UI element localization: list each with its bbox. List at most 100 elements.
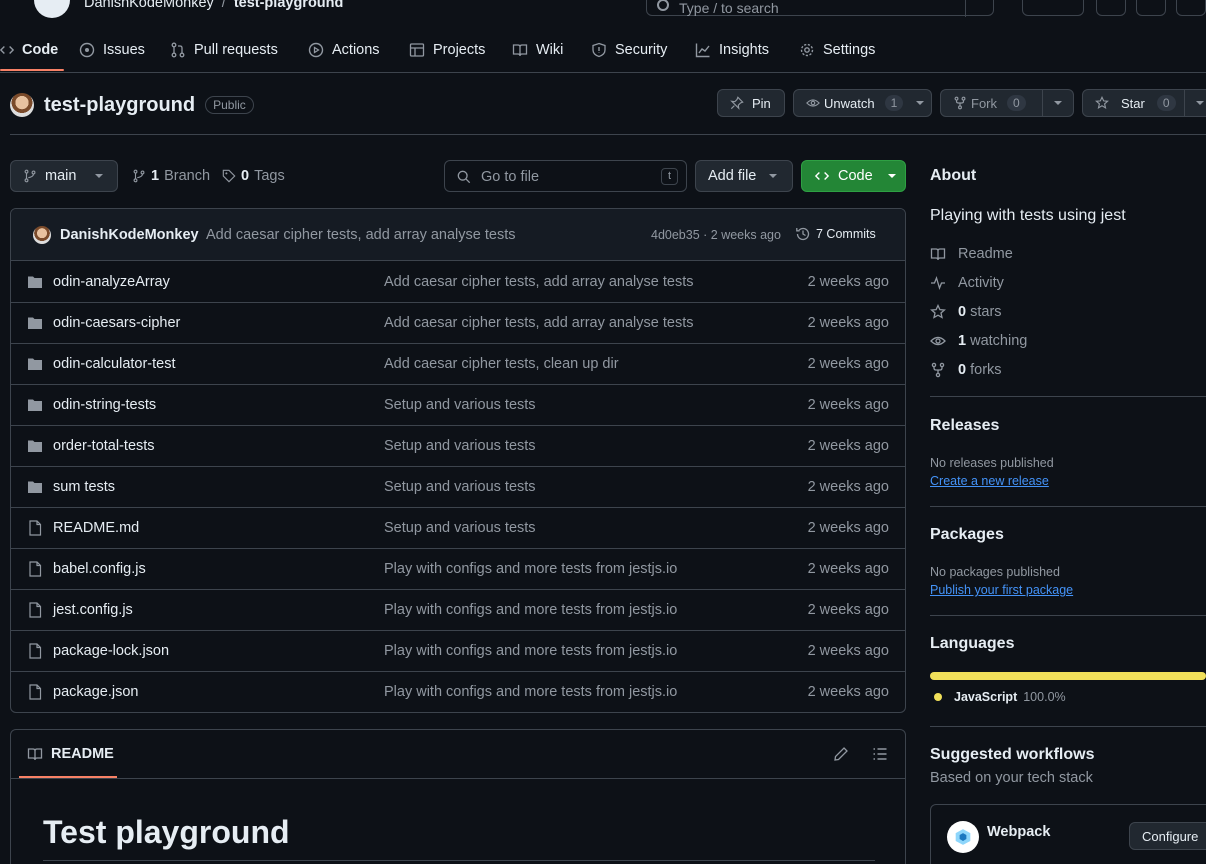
outline-icon[interactable] — [872, 746, 888, 762]
create-new-button[interactable] — [1022, 0, 1084, 16]
star-count: 0 — [1156, 95, 1176, 111]
workflow-name[interactable]: Webpack — [987, 824, 1050, 840]
tab-code[interactable]: Code — [0, 28, 64, 72]
go-to-file-input[interactable]: Go to file t — [444, 160, 687, 192]
repo-name[interactable]: test-playground — [44, 94, 195, 117]
sidebar-divider — [930, 396, 1206, 397]
activity-link[interactable]: Activity — [930, 275, 1004, 291]
configure-button[interactable]: Configure — [1129, 822, 1206, 850]
tab-insights[interactable]: Insights — [695, 28, 769, 72]
visibility-badge: Public — [205, 96, 254, 114]
file-commit-message[interactable]: Setup and various tests — [384, 479, 536, 495]
pull-requests-icon[interactable] — [1136, 0, 1166, 16]
tab-actions[interactable]: Actions — [308, 28, 380, 72]
chevron-down-icon[interactable] — [915, 98, 925, 108]
file-name[interactable]: jest.config.js — [53, 602, 133, 618]
branch-count: 1 — [151, 168, 160, 184]
commits-link[interactable]: 7 Commits — [795, 226, 876, 242]
fork-button[interactable]: Fork 0 — [940, 89, 1074, 117]
file-icon — [27, 643, 43, 659]
tab-settings[interactable]: Settings — [799, 28, 875, 72]
tab-label: Pull requests — [194, 42, 278, 58]
file-name[interactable]: odin-string-tests — [53, 397, 156, 413]
packages-title[interactable]: Packages — [930, 526, 1004, 544]
file-commit-message[interactable]: Play with configs and more tests from je… — [384, 561, 677, 577]
top-header: DanishKodeMonkey / test-playground Type … — [0, 0, 1206, 20]
latest-commit-row: DanishKodeMonkey Add caesar cipher tests… — [11, 209, 905, 261]
watchers-link[interactable]: 1 watching — [930, 333, 1027, 349]
readme-tab[interactable]: README — [27, 746, 114, 762]
owner-avatar[interactable] — [10, 93, 34, 117]
create-release-link[interactable]: Create a new release — [930, 474, 1049, 488]
tags-link[interactable]: 0 Tags — [222, 168, 285, 184]
file-row: babel.config.js Play with configs and mor… — [11, 549, 905, 590]
file-name[interactable]: package.json — [53, 684, 138, 700]
readme-link[interactable]: Readme — [930, 246, 1013, 262]
forks-link[interactable]: 0 forks — [930, 362, 1002, 378]
file-name[interactable]: odin-calculator-test — [53, 356, 176, 372]
file-name[interactable]: babel.config.js — [53, 561, 146, 577]
chevron-down-icon[interactable] — [1053, 98, 1063, 108]
github-logo-icon[interactable] — [34, 0, 70, 18]
file-name[interactable]: odin-analyzeArray — [53, 274, 170, 290]
add-file-button[interactable]: Add file — [695, 160, 793, 192]
tab-wiki[interactable]: Wiki — [512, 28, 563, 72]
file-name[interactable]: order-total-tests — [53, 438, 155, 454]
chevron-down-icon[interactable] — [1195, 98, 1205, 108]
language-bar-fill-javascript — [930, 672, 1206, 680]
commit-hash-time[interactable]: 4d0eb35 · 2 weeks ago — [651, 228, 781, 242]
branches-link[interactable]: 1 Branch — [132, 168, 210, 184]
file-name[interactable]: README.md — [53, 520, 139, 536]
tab-security[interactable]: Security — [591, 28, 667, 72]
branch-icon — [23, 169, 37, 183]
about-description: Playing with tests using jest — [930, 207, 1126, 224]
commit-author[interactable]: DanishKodeMonkey — [60, 227, 199, 243]
pin-button[interactable]: Pin — [717, 89, 785, 117]
file-commit-message[interactable]: Add caesar cipher tests, add array analy… — [384, 274, 694, 290]
file-name[interactable]: sum tests — [53, 479, 115, 495]
folder-icon — [27, 356, 43, 372]
issues-icon[interactable] — [1096, 0, 1126, 16]
unwatch-button[interactable]: Unwatch 1 — [793, 89, 932, 117]
inbox-icon[interactable] — [1176, 0, 1206, 16]
file-commit-message[interactable]: Setup and various tests — [384, 520, 536, 536]
author-avatar[interactable] — [33, 226, 51, 244]
file-commit-message[interactable]: Setup and various tests — [384, 438, 536, 454]
search-input[interactable]: Type / to search — [646, 0, 994, 17]
star-button[interactable]: Star 0 — [1082, 89, 1206, 117]
tab-pull-requests[interactable]: Pull requests — [170, 28, 278, 72]
file-name[interactable]: package-lock.json — [53, 643, 169, 659]
tag-count: 0 — [241, 168, 250, 184]
search-icon — [657, 0, 669, 11]
branch-selector[interactable]: main — [10, 160, 118, 192]
tab-issues[interactable]: Issues — [79, 28, 145, 72]
file-commit-message[interactable]: Play with configs and more tests from je… — [384, 643, 677, 659]
language-item-javascript[interactable]: JavaScript 100.0% — [934, 690, 1066, 704]
title-divider — [10, 134, 1206, 135]
file-commit-message[interactable]: Play with configs and more tests from je… — [384, 684, 677, 700]
sidebar-divider — [930, 506, 1206, 507]
pencil-icon[interactable] — [833, 746, 849, 762]
sidebar-divider — [930, 615, 1206, 616]
owner-link[interactable]: DanishKodeMonkey — [84, 0, 214, 11]
play-icon — [308, 42, 324, 58]
commit-message[interactable]: Add caesar cipher tests, add array analy… — [206, 227, 516, 243]
stars-link[interactable]: 0 stars — [930, 304, 1002, 320]
releases-title[interactable]: Releases — [930, 417, 999, 435]
file-commit-message[interactable]: Play with configs and more tests from je… — [384, 602, 677, 618]
workflows-title: Suggested workflows — [930, 746, 1095, 763]
file-commit-message[interactable]: Add caesar cipher tests, clean up dir — [384, 356, 619, 372]
branch-label: Branch — [164, 168, 211, 184]
tab-projects[interactable]: Projects — [409, 28, 485, 72]
publish-package-link[interactable]: Publish your first package — [930, 583, 1073, 597]
stars-label: stars — [970, 304, 1002, 320]
file-commit-message[interactable]: Add caesar cipher tests, add array analy… — [384, 315, 694, 331]
workflow-card: Webpack Configure — [930, 804, 1206, 864]
commits-label: 7 Commits — [816, 227, 876, 241]
repo-link[interactable]: test-playground — [234, 0, 344, 11]
tag-label: Tags — [254, 168, 285, 184]
code-button[interactable]: Code — [801, 160, 906, 192]
file-commit-message[interactable]: Setup and various tests — [384, 397, 536, 413]
file-name[interactable]: odin-caesars-cipher — [53, 315, 180, 331]
command-palette-icon[interactable] — [965, 0, 966, 17]
